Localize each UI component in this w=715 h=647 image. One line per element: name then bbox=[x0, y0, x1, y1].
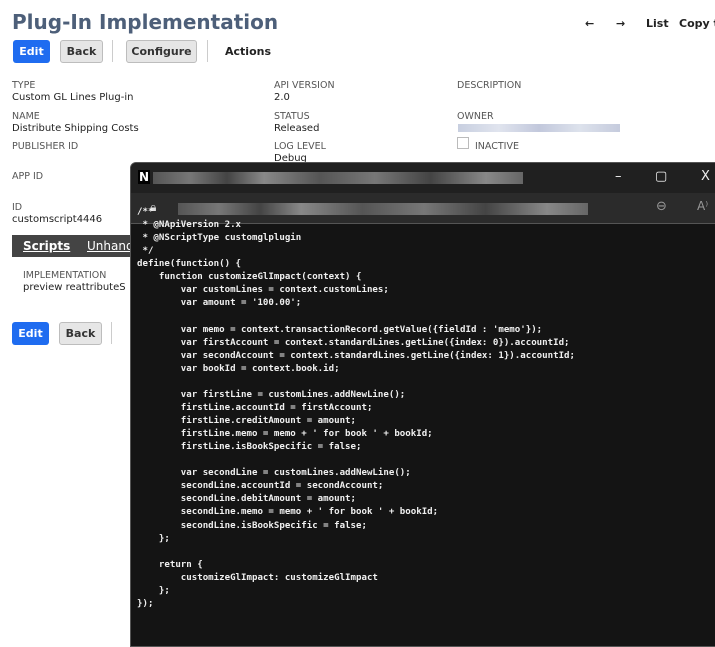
tab-scripts[interactable]: Scripts bbox=[23, 239, 70, 253]
minimize-button[interactable]: – bbox=[615, 169, 622, 184]
edit-button[interactable]: Edit bbox=[13, 40, 50, 63]
inactive-label: INACTIVE bbox=[475, 141, 519, 152]
api-version-label: API VERSION bbox=[274, 80, 335, 91]
maximize-button[interactable]: ▢ bbox=[655, 169, 667, 184]
status-value: Released bbox=[274, 123, 320, 134]
api-version-value: 2.0 bbox=[274, 92, 290, 103]
owner-value-redacted bbox=[458, 124, 620, 132]
id-label: ID bbox=[12, 202, 23, 213]
window-title-redacted bbox=[153, 172, 523, 184]
log-level-label: LOG LEVEL bbox=[274, 141, 326, 152]
app-id-label: APP ID bbox=[12, 171, 44, 182]
zoom-out-icon[interactable]: ⊖ bbox=[656, 199, 667, 214]
copy-link[interactable]: Copy t bbox=[679, 17, 715, 30]
read-aloud-icon[interactable]: A⁾ bbox=[697, 199, 708, 213]
publisher-id-label: PUBLISHER ID bbox=[12, 141, 79, 152]
id-value: customscript4446 bbox=[12, 214, 103, 225]
subtabs: Scripts Unhand bbox=[12, 235, 142, 257]
list-link[interactable]: List bbox=[646, 17, 669, 30]
type-value: Custom GL Lines Plug-in bbox=[12, 92, 134, 103]
implementation-label: IMPLEMENTATION bbox=[23, 270, 107, 281]
name-value: Distribute Shipping Costs bbox=[12, 123, 139, 134]
divider bbox=[207, 40, 208, 62]
actions-menu[interactable]: Actions bbox=[222, 40, 274, 63]
inactive-checkbox[interactable] bbox=[457, 137, 469, 149]
status-label: STATUS bbox=[274, 111, 310, 122]
code-preview-window: N – ▢ X 🔒︎ ⊖ A⁾ /** * @NApiVersion 2.x *… bbox=[130, 162, 715, 647]
divider bbox=[112, 40, 113, 62]
back-button[interactable]: Back bbox=[60, 40, 103, 63]
configure-button[interactable]: Configure bbox=[126, 40, 197, 63]
window-title-bar: N – ▢ X bbox=[131, 163, 715, 193]
name-label: NAME bbox=[12, 111, 40, 122]
back-button-bottom[interactable]: Back bbox=[59, 322, 102, 345]
previous-arrow-icon[interactable]: ← bbox=[585, 17, 594, 30]
close-button[interactable]: X bbox=[701, 169, 710, 184]
next-arrow-icon[interactable]: → bbox=[616, 17, 625, 30]
owner-label: OWNER bbox=[457, 111, 494, 122]
type-label: TYPE bbox=[12, 80, 36, 91]
edit-button-bottom[interactable]: Edit bbox=[12, 322, 49, 345]
divider bbox=[111, 322, 112, 344]
tab-unhandled[interactable]: Unhand bbox=[87, 239, 134, 253]
page-title: Plug-In Implementation bbox=[12, 10, 279, 34]
code-content: /** * @NApiVersion 2.x * @NScriptType cu… bbox=[137, 207, 575, 609]
description-label: DESCRIPTION bbox=[457, 80, 522, 91]
implementation-value: preview reattributeS bbox=[23, 282, 126, 293]
app-logo: N bbox=[138, 170, 151, 184]
